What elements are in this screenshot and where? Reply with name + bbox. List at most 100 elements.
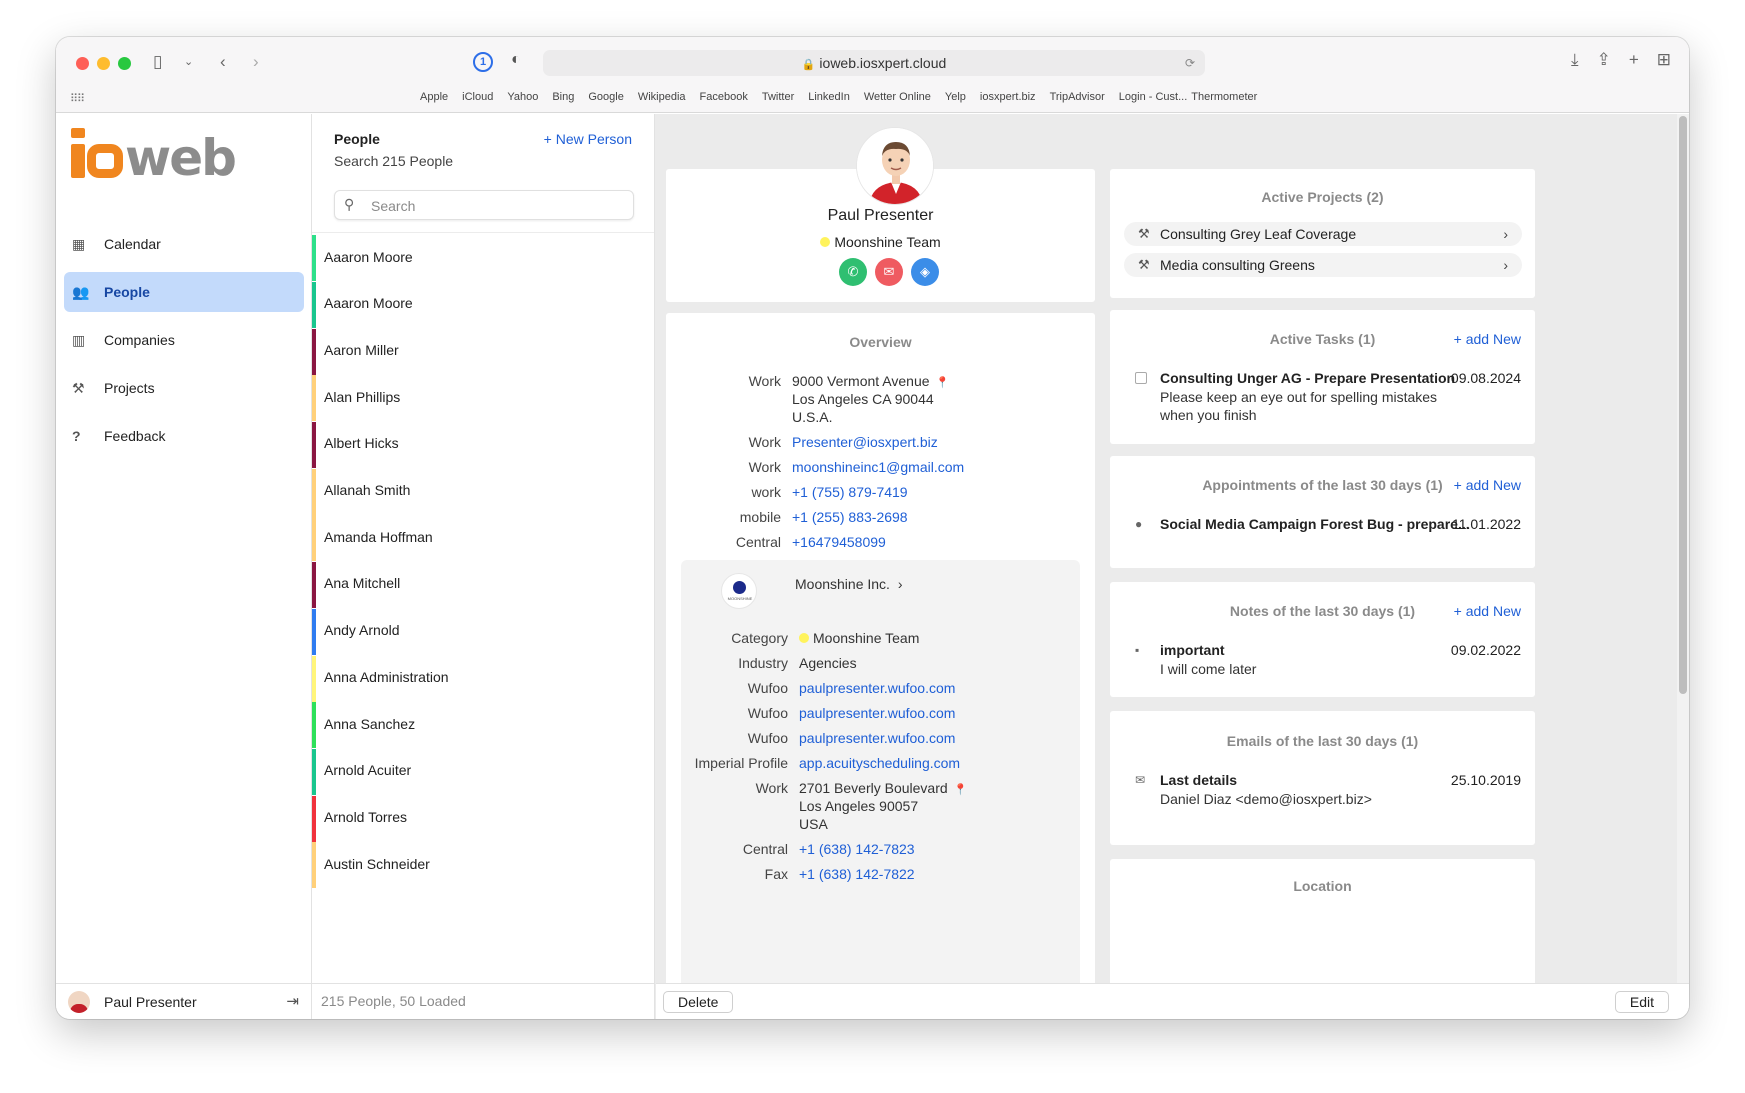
add-task-button[interactable]: + add New	[1454, 331, 1521, 347]
bookmark[interactable]: TripAdvisor	[1050, 91, 1105, 103]
person-list-item[interactable]: Aaron Miller	[312, 327, 654, 375]
website-link[interactable]: paulpresenter.wufoo.com	[799, 680, 955, 696]
website-link[interactable]: paulpresenter.wufoo.com	[799, 730, 955, 746]
sidebar-item-companies[interactable]: ▥ Companies	[64, 320, 304, 360]
bookmark[interactable]: Facebook	[700, 91, 748, 103]
person-list-item[interactable]: Albert Hicks	[312, 420, 654, 469]
email-link[interactable]: Presenter@iosxpert.biz	[792, 434, 938, 450]
ioweb-logo[interactable]: web	[71, 126, 281, 186]
company-link[interactable]: Moonshine Inc. ›	[795, 576, 903, 592]
sidebar-item-calendar[interactable]: ▦ Calendar	[64, 224, 304, 264]
sidebar-item-projects[interactable]: ⚒ Projects	[64, 368, 304, 408]
fax-link[interactable]: +1 (638) 142-7822	[799, 866, 915, 882]
note-text: I will come later	[1160, 661, 1257, 677]
address-bar[interactable]: 🔒 ioweb.iosxpert.cloud ⟳	[543, 50, 1205, 76]
close-window-button[interactable]	[76, 57, 89, 70]
task-title[interactable]: Consulting Unger AG - Prepare Presentati…	[1160, 370, 1455, 386]
person-list-item[interactable]: Alan Phillips	[312, 373, 654, 422]
bookmark[interactable]: Apple	[420, 91, 448, 103]
bookmark[interactable]: LinkedIn	[808, 91, 850, 103]
person-name: Aaron Miller	[324, 342, 399, 359]
person-name: Amanda Hoffman	[324, 528, 433, 545]
person-list-item[interactable]: Arnold Acuiter	[312, 747, 654, 795]
task-checkbox[interactable]	[1135, 372, 1147, 384]
call-button[interactable]: ✆	[839, 258, 867, 286]
edit-button[interactable]: Edit	[1614, 991, 1669, 1013]
project-item[interactable]: ⚒ Consulting Grey Leaf Coverage ›	[1124, 222, 1522, 246]
sidebar-item-people[interactable]: 👥 People	[64, 272, 304, 312]
chevron-right-icon: ›	[1503, 226, 1508, 242]
add-note-button[interactable]: + add New	[1454, 603, 1521, 619]
bookmark[interactable]: iosxpert.biz	[980, 91, 1036, 103]
sidebar-toggle-icon[interactable]: ▯	[153, 50, 162, 74]
phone-link[interactable]: +16479458099	[792, 534, 886, 550]
map-pin-icon[interactable]: 📍	[954, 784, 968, 796]
sidebar-item-feedback[interactable]: ? Feedback	[64, 416, 304, 456]
download-icon[interactable]: ⤓	[1571, 50, 1579, 70]
moon-icon	[733, 581, 746, 594]
add-appointment-button[interactable]: + add New	[1454, 477, 1521, 493]
bookmark[interactable]: Yahoo	[507, 91, 538, 103]
bookmark[interactable]: Wikipedia	[638, 91, 686, 103]
back-icon[interactable]: ‹	[220, 50, 226, 74]
bookmark[interactable]: Twitter	[762, 91, 794, 103]
bookmark[interactable]: Yelp	[945, 91, 966, 103]
new-tab-icon[interactable]: +	[1629, 50, 1639, 70]
person-list-item[interactable]: Aaaron Moore	[312, 280, 654, 328]
note-title[interactable]: important	[1160, 642, 1225, 658]
person-color-bar	[312, 422, 316, 469]
forward-icon[interactable]: ›	[253, 50, 259, 74]
project-item[interactable]: ⚒ Media consulting Greens ›	[1124, 253, 1522, 277]
phone-link[interactable]: +1 (755) 879-7419	[792, 484, 908, 500]
search-input[interactable]	[371, 196, 621, 216]
person-list-item[interactable]: Anna Sanchez	[312, 700, 654, 749]
current-user[interactable]: Paul Presenter ⇥	[56, 983, 312, 1019]
bookmark[interactable]: Google	[588, 91, 623, 103]
shield-icon[interactable]: ◐	[511, 51, 521, 69]
share-icon[interactable]: ⇪	[1597, 50, 1611, 70]
person-list-item[interactable]: Arnold Torres	[312, 794, 654, 842]
detail-scrollbar[interactable]	[1677, 114, 1689, 983]
person-name: Aaaron Moore	[324, 295, 413, 312]
bookmark[interactable]: Thermometer	[1191, 91, 1257, 103]
address-line: 2701 Beverly Boulevard 📍	[799, 780, 967, 796]
phone-link[interactable]: +1 (255) 883-2698	[792, 509, 908, 525]
person-list-item[interactable]: Ana Mitchell	[312, 560, 654, 609]
bookmark[interactable]: Wetter Online	[864, 91, 931, 103]
person-list-item[interactable]: Anna Administration	[312, 654, 654, 702]
email-subject[interactable]: Last details	[1160, 772, 1237, 788]
company-address: Work 2701 Beverly Boulevard 📍	[681, 780, 1080, 798]
person-list-item[interactable]: Aaaron Moore	[312, 233, 654, 281]
phone-link[interactable]: +1 (638) 142-7823	[799, 841, 915, 857]
website-link[interactable]: paulpresenter.wufoo.com	[799, 705, 955, 721]
website-link[interactable]: app.acuityscheduling.com	[799, 755, 960, 771]
scrollbar-thumb[interactable]	[1679, 116, 1687, 694]
company-logo[interactable]: MOONSHINE	[721, 573, 757, 609]
person-list-item[interactable]: Amanda Hoffman	[312, 513, 654, 562]
reload-icon[interactable]: ⟳	[1185, 50, 1195, 76]
password-manager-icon[interactable]: 1	[473, 52, 493, 72]
chevron-down-icon[interactable]: ⌄	[184, 50, 193, 74]
bookmark[interactable]: Bing	[552, 91, 574, 103]
zoom-window-button[interactable]	[118, 57, 131, 70]
email-link[interactable]: moonshineinc1@gmail.com	[792, 459, 964, 475]
mail-icon: ✉	[1135, 773, 1146, 787]
person-list-item[interactable]: Andy Arnold	[312, 607, 654, 655]
bookmark[interactable]: iCloud	[462, 91, 493, 103]
delete-button[interactable]: Delete	[663, 991, 734, 1013]
field-label: Imperial Profile	[694, 755, 788, 771]
tab-overview-icon[interactable]: ⊞	[1657, 50, 1671, 70]
appointment-title[interactable]: Social Media Campaign Forest Bug - prepa…	[1160, 516, 1470, 532]
directions-button[interactable]: ◈	[911, 258, 939, 286]
person-list-item[interactable]: Austin Schneider	[312, 840, 654, 889]
new-person-button[interactable]: + New Person	[544, 131, 632, 147]
field-label: Work	[748, 434, 781, 450]
bookmark[interactable]: Login - Cust...	[1119, 91, 1187, 103]
logout-icon[interactable]: ⇥	[286, 992, 299, 1010]
person-list-item[interactable]: Allanah Smith	[312, 467, 654, 515]
email-button[interactable]: ✉	[875, 258, 903, 286]
person-name: Allanah Smith	[324, 482, 411, 499]
minimize-window-button[interactable]	[97, 57, 110, 70]
map-pin-icon[interactable]: 📍	[936, 377, 950, 389]
bookmarks-grid-icon[interactable]: ⠿⠿	[70, 92, 85, 105]
